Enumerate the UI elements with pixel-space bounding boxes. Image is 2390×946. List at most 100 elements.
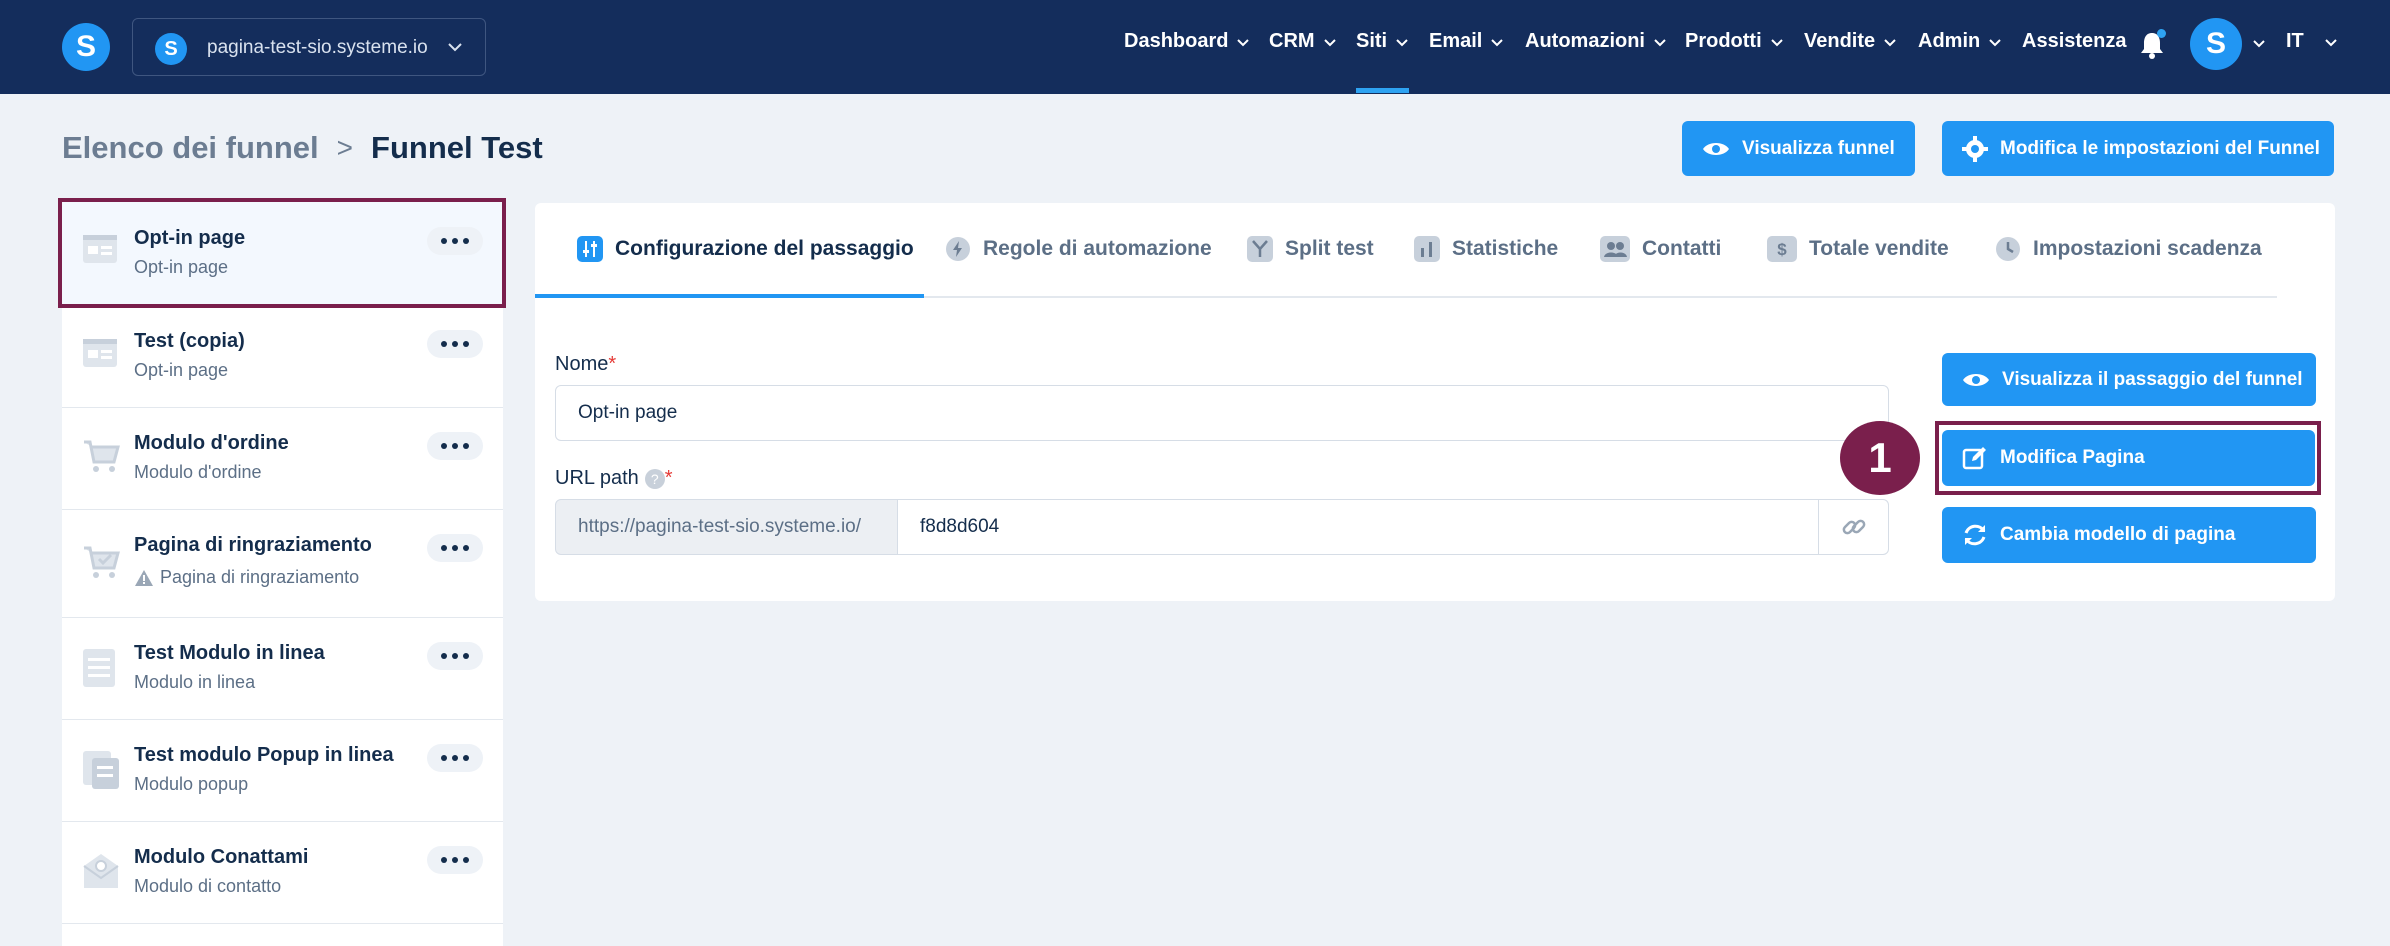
gear-icon [1962, 135, 1988, 162]
tab-expiration-settings[interactable]: Impostazioni scadenza [1995, 236, 2262, 262]
site-name: pagina-test-sio.systeme.io [207, 37, 428, 58]
users-icon [1600, 236, 1630, 262]
tab-total-sales[interactable]: $ Totale vendite [1767, 236, 1949, 262]
eye-icon [1963, 373, 1989, 386]
clock-icon [1996, 237, 2020, 261]
step-title: Modulo Conattami [134, 846, 309, 868]
split-icon [1247, 236, 1273, 262]
step-type: Modulo popup [134, 774, 249, 794]
site-selector[interactable]: S pagina-test-sio.systeme.io [132, 18, 486, 76]
selected-step-highlight [58, 198, 506, 308]
more-options-button[interactable] [427, 330, 483, 358]
tab-automation-rules[interactable]: Regole di automazione [945, 236, 1212, 262]
more-options-button[interactable] [427, 534, 483, 562]
chevron-down-icon [2325, 38, 2337, 46]
nav-vendite[interactable]: Vendite [1804, 30, 1897, 53]
tab-split-test[interactable]: Split test [1247, 236, 1374, 262]
chevron-down-icon[interactable] [2252, 38, 2266, 48]
tab-step-config[interactable]: Configurazione del passaggio [577, 236, 914, 262]
more-options-button[interactable] [427, 642, 483, 670]
sliders-icon [577, 236, 603, 262]
svg-text:$: $ [1777, 240, 1787, 259]
dollar-icon: $ [1767, 236, 1797, 262]
site-logo-icon: S [155, 33, 187, 65]
name-field[interactable]: Opt-in page [555, 385, 1889, 441]
avatar[interactable]: S [2190, 18, 2242, 70]
chevron-down-icon [448, 43, 462, 52]
more-options-button[interactable] [427, 744, 483, 772]
nav-automazioni[interactable]: Automazioni [1525, 30, 1667, 53]
step-title: Test (copia) [134, 330, 245, 352]
cart-check-icon [84, 546, 120, 578]
eye-icon [1703, 142, 1729, 155]
step-type: Modulo d'ordine [134, 462, 262, 482]
step-type: Modulo di contatto [134, 876, 282, 896]
list-item[interactable]: Modulo d'ordine Modulo d'ordine [62, 408, 503, 510]
copy-link-button[interactable] [1818, 499, 1889, 555]
warning-icon [135, 569, 153, 586]
breadcrumb-separator: > [336, 132, 354, 163]
popup-icon [83, 751, 119, 789]
nav-active-indicator [1356, 88, 1409, 93]
breadcrumb: Elenco dei funnel > Funnel Test [62, 130, 543, 166]
page-title: Funnel Test [371, 130, 543, 165]
change-template-button[interactable]: Cambia modello di pagina [1942, 507, 2316, 563]
bar-chart-icon [1414, 236, 1440, 262]
language-selector[interactable]: IT [2286, 30, 2338, 53]
chevron-down-icon [1491, 38, 1504, 46]
edit-page-highlight [1935, 421, 2321, 495]
breadcrumb-funnel-list[interactable]: Elenco dei funnel [62, 130, 319, 166]
url-prefix: https://pagina-test-sio.systeme.io/ [555, 499, 898, 555]
list-item[interactable]: Test modulo Popup in linea Modulo popup [62, 720, 503, 822]
chevron-down-icon [1884, 38, 1896, 46]
step-title: Test modulo Popup in linea [134, 744, 394, 766]
funnel-settings-button[interactable]: Modifica le impostazioni del Funnel [1942, 121, 2334, 176]
view-step-button[interactable]: Visualizza il passaggio del funnel [1942, 353, 2316, 406]
chevron-down-icon [1396, 38, 1408, 46]
nav-dashboard[interactable]: Dashboard [1124, 30, 1250, 53]
chevron-down-icon [1989, 38, 2001, 46]
chevron-down-icon [1770, 38, 1783, 46]
list-item[interactable]: Pagina di ringraziamento Pagina di ringr… [62, 510, 503, 618]
step-title: Modulo d'ordine [134, 432, 289, 454]
top-bar: S S pagina-test-sio.systeme.io Dashboard… [0, 0, 2390, 94]
funnel-steps-list: Opt-in page Opt-in page Test (copia) Opt… [62, 200, 503, 946]
notification-dot [2157, 29, 2166, 38]
nav-prodotti[interactable]: Prodotti [1685, 30, 1784, 53]
step-type: Opt-in page [134, 360, 229, 380]
nav-assistenza[interactable]: Assistenza [2022, 30, 2127, 53]
systeme-logo[interactable]: S [62, 23, 110, 71]
tab-statistics[interactable]: Statistiche [1414, 236, 1558, 262]
nav-admin[interactable]: Admin [1918, 30, 2002, 53]
active-tab-indicator [535, 294, 924, 298]
list-item[interactable]: Modulo Conattami Modulo di contatto [62, 822, 503, 924]
form-icon [83, 649, 115, 687]
link-icon [1842, 519, 1865, 535]
step-number-badge: 1 [1840, 421, 1920, 495]
more-options-button[interactable] [427, 432, 483, 460]
list-item[interactable]: Test (copia) Opt-in page [62, 306, 503, 408]
help-icon[interactable]: ? [644, 468, 665, 489]
nav-email[interactable]: Email [1429, 30, 1504, 53]
chevron-down-icon [1323, 38, 1336, 46]
chevron-down-icon [1237, 38, 1250, 46]
bolt-icon [946, 237, 970, 261]
nav-crm[interactable]: CRM [1269, 30, 1337, 53]
nav-siti[interactable]: Siti [1356, 30, 1409, 53]
tab-contacts[interactable]: Contatti [1600, 236, 1721, 262]
step-title: Test Modulo in linea [134, 642, 325, 664]
view-funnel-button[interactable]: Visualizza funnel [1682, 121, 1915, 176]
more-options-button[interactable] [427, 846, 483, 874]
name-label: Nome* [555, 353, 617, 375]
step-type: Pagina di ringraziamento [134, 567, 359, 588]
list-item[interactable]: Test Modulo in linea Modulo in linea [62, 618, 503, 720]
refresh-icon [1964, 524, 1986, 546]
optin-page-icon [83, 339, 117, 367]
chevron-down-icon [1654, 38, 1666, 46]
url-path-field[interactable]: f8d8d604 [898, 499, 1818, 555]
step-type: Modulo in linea [134, 672, 256, 692]
url-path-label: URL path? * [555, 467, 673, 489]
step-title: Pagina di ringraziamento [134, 534, 372, 556]
contact-mail-icon [83, 854, 119, 888]
cart-icon [84, 440, 120, 472]
